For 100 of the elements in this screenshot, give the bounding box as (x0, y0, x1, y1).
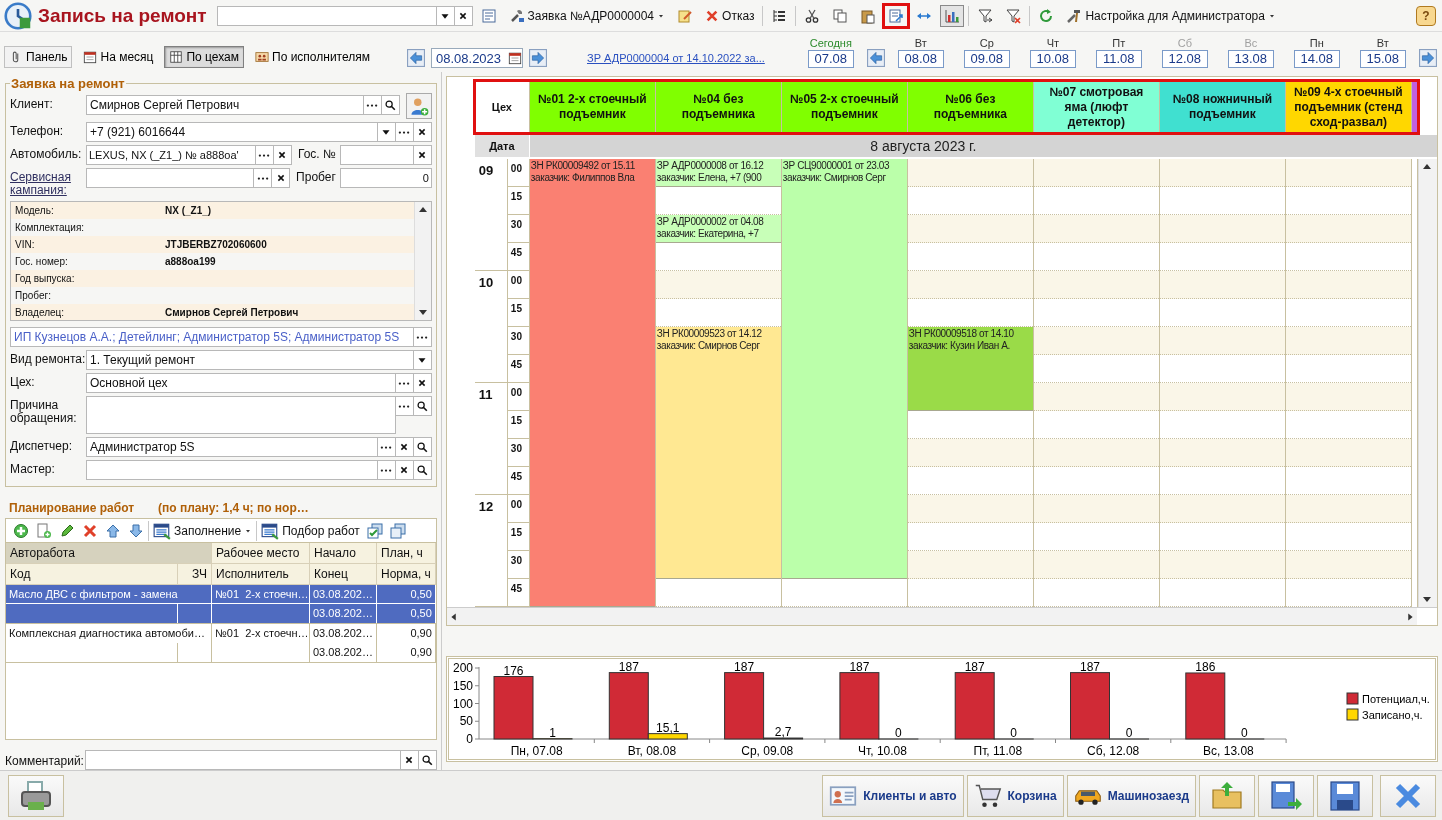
column-header: Дата (474, 135, 530, 157)
minute-label: 00 (510, 498, 522, 510)
view-button[interactable]: По цехам (164, 46, 244, 68)
appointment-card[interactable]: ЗН РК00009518 от 14.10 заказчик: Кузин Иван А. (907, 326, 1033, 411)
weekday-label: Ср (979, 37, 994, 49)
appointment-title: ЗР СЦ90000001 от 23.03 (782, 159, 891, 172)
minute-label: 30 (510, 218, 522, 230)
help-button[interactable]: ? (1416, 5, 1436, 26)
axis-label: Сб, 12.08 (1086, 744, 1140, 758)
workshop-header: №06 без подъемника (907, 81, 1034, 133)
field-label: Цех: (10, 374, 36, 389)
appointment-card[interactable]: ЗР СЦ90000001 от 23.03 заказчик: Смирнов Серг (781, 158, 907, 579)
info-label: VIN: (11, 236, 161, 253)
menu-button[interactable]: Настройка для Администратора (1062, 4, 1280, 27)
data-label: 15,1 (656, 720, 680, 735)
input-field[interactable]: +7 (921) 6016644 (86, 122, 378, 142)
appointment-card[interactable]: ЗР АДР0000002 от 04.08 заказчик: Екатерина, +7 (655, 214, 781, 243)
legend-label: Записано,ч. (1361, 709, 1423, 721)
table-cell: 03.08.202… (310, 604, 377, 623)
appointment-customer: заказчик: Смирнов Серг (656, 339, 761, 352)
minute-label: 00 (510, 274, 522, 286)
info-label: Владелец: (11, 304, 161, 320)
day-button[interactable]: 11.08 (1095, 50, 1142, 68)
workshop-header: №07 смотровая яма (люфт детектор) (1033, 81, 1160, 133)
axis-label: Пн, 07.08 (510, 744, 563, 758)
weekday-label: Пт (1112, 37, 1126, 49)
info-value: JTJBERBZ702060600 (161, 236, 414, 253)
input-field[interactable]: 1. Текущий ремонт (86, 350, 414, 370)
info-value: Смирнов Сергей Петрович (161, 304, 414, 320)
data-label: 187 (964, 659, 985, 674)
data-label: 1 (549, 725, 556, 740)
toolbar-button[interactable]: Подбор работ (258, 518, 363, 543)
minute-label: 45 (510, 246, 522, 258)
column-header: Исполнитель (212, 564, 310, 585)
info-label: Год выпуска: (11, 270, 161, 287)
axis-label: Пт, 11.08 (973, 744, 1022, 758)
data-label: 187 (618, 659, 639, 674)
action-button[interactable]: Клиенты и авто (822, 774, 964, 817)
input-field[interactable]: Основной цех (86, 373, 396, 393)
weekday-label: Вс (1244, 37, 1258, 49)
column-header: Цех (474, 81, 530, 133)
weekday-label: Вт (914, 37, 927, 49)
toolbar-button[interactable]: Отказ (701, 5, 759, 26)
table-cell: 0,50 (377, 604, 436, 623)
order-link[interactable]: ЗР АДР0000004 от 14.10.2022 за... (587, 52, 765, 64)
axis-label: 50 (459, 714, 473, 729)
field-label: Причина обращения: (10, 397, 78, 425)
day-button[interactable]: 07.08 (807, 50, 854, 68)
column-header: Код (6, 564, 178, 585)
input-field[interactable]: Администратор 5S (86, 437, 378, 457)
input-field[interactable]: Смирнов Сергей Петрович (86, 95, 364, 115)
day-button[interactable]: 14.08 (1293, 50, 1340, 68)
workshop-header: №05 2-х стоечный подъемник (781, 81, 908, 133)
view-button[interactable]: По исполнителям (250, 46, 375, 68)
minute-label: 15 (510, 302, 522, 314)
table-cell: 03.08.202… (310, 643, 377, 662)
input-field[interactable]: ИП Кузнецов А.А.; Детейлинг; Администратор 5S; Администратор 5S (10, 327, 414, 347)
weekday-label: Пн (1309, 37, 1324, 49)
appointment-card[interactable]: ЗР АДР0000008 от 16.12 заказчик: Елена, +7 (900 (655, 158, 781, 187)
window-title: Запись на ремонт (38, 4, 207, 27)
input-field[interactable]: LEXUS, NX (_Z1_) № а888оа' (86, 145, 256, 165)
appointment-card[interactable]: ЗН РК00009492 от 15.11 заказчик: Филиппов Вла (529, 158, 655, 607)
field-label: Диспетчер: (10, 438, 74, 453)
appointment-customer: заказчик: Екатерина, +7 (656, 227, 760, 240)
input-field[interactable]: 0 (339, 168, 432, 188)
table-cell: 03.08.202… (310, 585, 377, 604)
day-button[interactable]: 08.08 (897, 50, 944, 68)
minute-label: 45 (510, 470, 522, 482)
plan-summary: (по плану: 1,4 ч; по нор… (158, 501, 309, 515)
appointment-title: ЗН РК00009518 от 14.10 (908, 327, 1015, 340)
minute-label: 45 (510, 582, 522, 594)
axis-label: 0 (466, 732, 473, 746)
axis-label: Чт, 10.08 (857, 744, 907, 758)
day-button[interactable]: 13.08 (1227, 50, 1274, 68)
axis-label: Вс, 13.08 (1202, 744, 1254, 758)
action-button[interactable]: Корзина (966, 774, 1064, 817)
date-field[interactable]: 08.08.2023 (431, 48, 523, 68)
weekday-label: Сб (1177, 37, 1192, 49)
day-button[interactable]: 15.08 (1359, 50, 1406, 68)
axis-label: Ср, 09.08 (741, 744, 794, 758)
info-label: Модель: (11, 202, 161, 219)
minute-label: 15 (510, 190, 522, 202)
field-link[interactable]: Сервисная кампания: (10, 168, 86, 197)
appointment-customer: заказчик: Смирнов Серг (782, 171, 887, 184)
day-button[interactable]: 09.08 (963, 50, 1010, 68)
menu-button[interactable]: Заявка №АДР0000004 (504, 4, 670, 27)
table-cell: Комплексная диагностика автомоби… (6, 624, 212, 643)
view-button[interactable]: Панель (4, 46, 73, 68)
day-button[interactable]: 10.08 (1029, 50, 1076, 68)
field-label: Мастер: (10, 461, 56, 476)
info-value: NX (_Z1_) (161, 202, 414, 219)
day-button[interactable]: 12.08 (1161, 50, 1208, 68)
appointment-title: ЗР АДР0000008 от 16.12 (656, 159, 765, 172)
data-label: 187 (849, 659, 870, 674)
view-button[interactable]: На месяц (78, 46, 159, 68)
legend-label: Потенциал,ч. (1361, 693, 1430, 705)
menu-button[interactable]: Заполнение (150, 518, 256, 543)
appointment-card[interactable]: ЗН РК00009523 от 14.12 заказчик: Смирнов Серг (655, 326, 781, 579)
action-button[interactable]: Машинозаезд (1066, 774, 1196, 817)
column-header: Норма, ч (377, 564, 436, 585)
